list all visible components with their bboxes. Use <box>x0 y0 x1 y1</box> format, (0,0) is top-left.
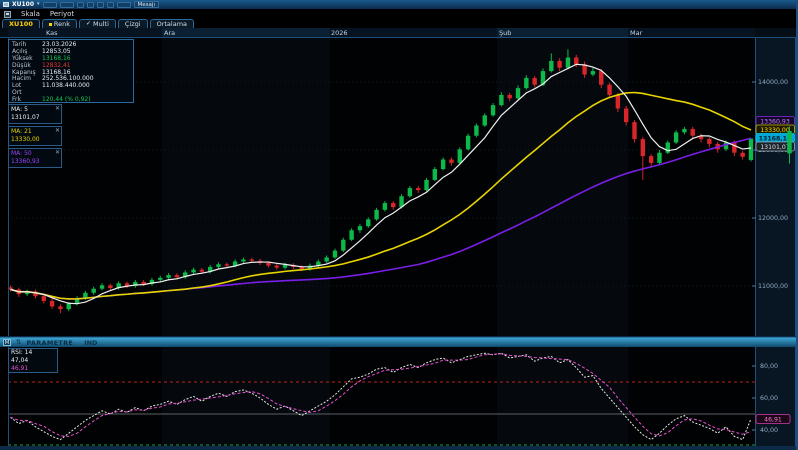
toolbar-button[interactable] <box>77 2 84 8</box>
month-bands <box>8 347 756 446</box>
toolbar-button[interactable] <box>43 2 57 8</box>
color-swatch-icon <box>49 23 52 26</box>
symbol-dropdown-caret-icon[interactable]: ▾ <box>37 2 40 7</box>
ohlc-info-panel: Tarih23.03.2026 Açılış12853,05 Yüksek131… <box>8 39 134 103</box>
ma-label: MA: 5 <box>11 106 59 114</box>
info-value-change: 120,44 (% 0,92) <box>42 96 91 103</box>
tab-cizgi[interactable]: Çizgi <box>118 19 148 28</box>
svg-text:13101,07: 13101,07 <box>760 144 790 151</box>
toolbar-button[interactable] <box>60 2 74 8</box>
month-label: Mar <box>630 29 642 37</box>
ma-value: 13360,93 <box>11 158 59 166</box>
window-title-bar: XU100 ▾ Mesajı <box>0 0 798 9</box>
menu-item-periyot[interactable]: Periyot <box>50 10 74 18</box>
ma21-legend-chip[interactable]: MA: 21 13330,00 ✕ <box>8 126 62 146</box>
date-axis-section <box>628 28 755 37</box>
month-label: Şub <box>499 29 511 37</box>
tab-label: Ortalama <box>157 20 187 28</box>
ma5-legend-chip[interactable]: MA: 5 13101,07 ✕ <box>8 104 62 124</box>
toolbar-button[interactable] <box>107 2 114 8</box>
svg-text:12000,00: 12000,00 <box>758 215 788 222</box>
tab-ortalama[interactable]: Ortalama <box>150 19 194 28</box>
price-axis[interactable]: 14000,0013000,0012000,0011000,0013360,93… <box>752 38 798 337</box>
ma50-legend-chip[interactable]: MA: 50 13360,93 ✕ <box>8 148 62 168</box>
info-value: 11.038.440.000 <box>42 82 90 89</box>
date-axis-section <box>8 28 162 37</box>
rsi-value: 47,04 <box>11 357 55 365</box>
svg-text:46,91: 46,91 <box>764 416 782 423</box>
rsi-axis[interactable]: 80,00 60,00 40,00 46,91 <box>752 347 798 446</box>
date-axis-section <box>497 28 628 37</box>
move-panel-icon[interactable]: ⇅ <box>16 339 21 346</box>
tab-label: Renk <box>54 20 70 28</box>
symbol-title: XU100 <box>12 2 34 8</box>
ma-value: 13330,00 <box>11 136 59 144</box>
svg-text:13360,93: 13360,93 <box>760 118 790 125</box>
close-icon[interactable]: ✕ <box>55 127 60 134</box>
svg-text:14000,00: 14000,00 <box>758 79 788 86</box>
ma-label: MA: 50 <box>11 150 59 158</box>
tab-bar: XU100 Renk ✓ Multi Çizgi Ortalama <box>0 19 798 28</box>
svg-text:11000,00: 11000,00 <box>758 283 788 290</box>
rsi-name: RSI: 14 <box>11 349 55 357</box>
toolbar-button[interactable] <box>87 2 94 8</box>
app-icon <box>3 2 9 7</box>
rsi-indicator-chart[interactable]: 80,00 60,00 40,00 46,91 <box>0 347 798 446</box>
month-label: Kas <box>46 29 58 37</box>
svg-text:60,00: 60,00 <box>760 395 778 402</box>
menu-item-skala[interactable]: Skala <box>21 10 40 18</box>
info-label: Frk <box>12 96 42 103</box>
chart-application-window: { "title_bar": { "symbol": "XU100", "car… <box>0 0 798 450</box>
svg-text:40,00: 40,00 <box>760 427 778 434</box>
indicator-mode-button[interactable]: M <box>3 339 11 346</box>
date-axis-section <box>330 28 497 37</box>
indicator-panel-header: M ⇅ PARAMETRE IND <box>0 337 798 347</box>
tab-label: Multi <box>93 20 109 28</box>
bottom-frame <box>0 446 798 450</box>
toolbar-button[interactable] <box>97 2 104 8</box>
date-axis-section <box>162 28 330 37</box>
tab-label: Çizgi <box>125 20 141 28</box>
month-label: Ara <box>164 29 175 37</box>
ma-value: 13101,07 <box>11 114 59 122</box>
save-window-icon[interactable] <box>4 11 11 18</box>
tab-renk[interactable]: Renk <box>42 19 77 28</box>
date-axis-strip[interactable]: Kas Ara 2026 Şub Mar <box>0 28 798 38</box>
messages-button[interactable]: Mesajı <box>134 1 159 8</box>
tab-symbol[interactable]: XU100 <box>2 19 40 28</box>
indicator-parameters-button[interactable]: PARAMETRE <box>26 339 73 347</box>
ma-label: MA: 21 <box>11 128 59 136</box>
check-icon: ✓ <box>86 20 91 28</box>
month-label: 2026 <box>331 29 348 37</box>
indicator-label: IND <box>84 339 97 347</box>
svg-text:13330,00: 13330,00 <box>760 127 790 134</box>
close-icon[interactable]: ✕ <box>55 149 60 156</box>
svg-text:80,00: 80,00 <box>760 363 778 370</box>
menu-bar: Skala Periyot <box>0 9 798 19</box>
rsi-signal-value: 46,91 <box>11 365 55 373</box>
rsi-legend-chip[interactable]: RSI: 14 47,04 46,91 <box>8 348 58 373</box>
toolbar-button[interactable] <box>117 2 131 8</box>
tab-label: XU100 <box>9 20 33 28</box>
tab-multi[interactable]: ✓ Multi <box>79 19 116 28</box>
close-icon[interactable]: ✕ <box>55 105 60 112</box>
svg-text:13168,16: 13168,16 <box>759 135 792 142</box>
